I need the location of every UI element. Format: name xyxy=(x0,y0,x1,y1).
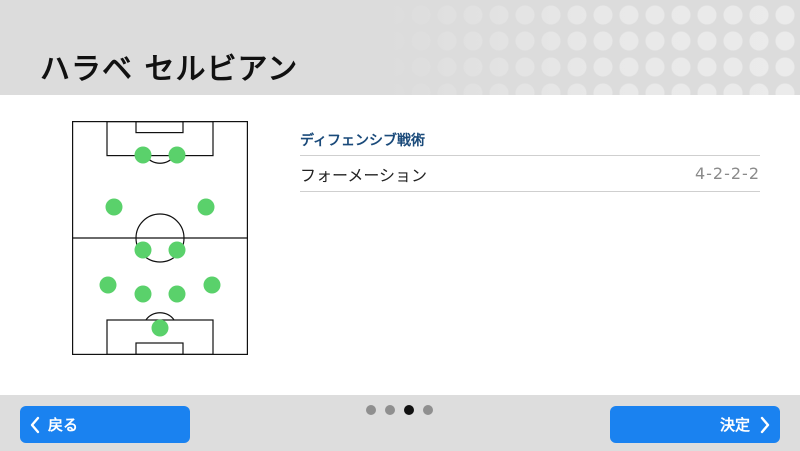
player-dot-df xyxy=(203,276,221,294)
bottom-penalty-arc xyxy=(145,312,175,321)
top-goal-area xyxy=(135,121,184,134)
page-dot[interactable] xyxy=(423,405,433,415)
formation-value: 4-2-2-2 xyxy=(694,164,760,183)
player-dot-mf xyxy=(105,198,123,216)
player-dot-mf xyxy=(168,241,186,259)
chevron-left-icon xyxy=(30,416,40,433)
section-title: ディフェンシブ戦術 xyxy=(300,130,760,156)
player-dot-gk xyxy=(151,319,169,337)
confirm-button-label: 決定 xyxy=(719,416,750,434)
page-indicator xyxy=(366,405,433,415)
bottom-goal-area xyxy=(135,342,184,355)
player-dot-df xyxy=(168,285,186,303)
player-dot-mf xyxy=(134,241,152,259)
formation-row: フォーメーション 4-2-2-2 xyxy=(300,156,760,192)
player-dot-df xyxy=(134,285,152,303)
player-dot-fw xyxy=(134,146,152,164)
page-dot[interactable] xyxy=(385,405,395,415)
page-dot[interactable] xyxy=(366,405,376,415)
player-dot-df xyxy=(99,276,117,294)
footer-bar: 戻る 決定 xyxy=(0,395,800,451)
top-penalty-area xyxy=(106,121,214,157)
formation-label: フォーメーション xyxy=(300,165,428,185)
page-title: ハラベ セルビアン xyxy=(40,52,299,87)
player-dot-mf xyxy=(197,198,215,216)
back-button[interactable]: 戻る xyxy=(20,406,190,443)
back-button-label: 戻る xyxy=(48,416,79,434)
tactics-panel: ディフェンシブ戦術 フォーメーション 4-2-2-2 xyxy=(300,130,760,192)
center-circle-top xyxy=(135,213,185,239)
page-dot-active[interactable] xyxy=(404,405,414,415)
chevron-right-icon xyxy=(760,416,770,433)
formation-pitch xyxy=(72,121,248,355)
confirm-button[interactable]: 決定 xyxy=(610,406,780,443)
player-dot-fw xyxy=(168,146,186,164)
